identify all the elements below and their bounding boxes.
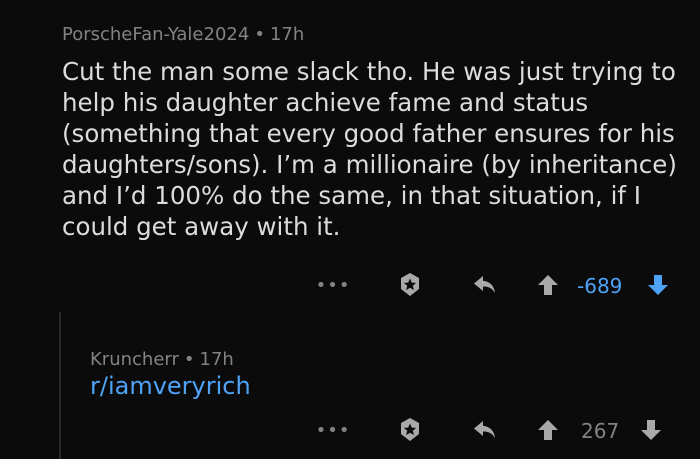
comment-meta: PorscheFan-Yale2024 • 17h xyxy=(62,24,304,45)
comment-time: 17h xyxy=(269,24,305,45)
award-icon[interactable] xyxy=(395,415,425,445)
meta-separator: • xyxy=(254,24,265,45)
comment-actions: ••• 267 xyxy=(315,415,675,445)
comment-author[interactable]: PorscheFan-Yale2024 xyxy=(62,24,249,45)
comment: Kruncherr • 17h r/iamveryrich ••• 267 xyxy=(0,312,700,459)
vote-score: 267 xyxy=(581,419,620,443)
subreddit-link[interactable]: r/iamveryrich xyxy=(90,372,251,400)
comment-body: Cut the man some slack tho. He was just … xyxy=(62,57,677,241)
comment-meta: Kruncherr • 17h xyxy=(90,349,234,370)
upvote-arrow-icon[interactable] xyxy=(535,415,561,445)
upvote-arrow-icon[interactable] xyxy=(535,270,561,300)
comment-time: 17h xyxy=(199,349,234,370)
reply-icon[interactable] xyxy=(470,415,500,445)
comment-author[interactable]: Kruncherr xyxy=(90,349,179,370)
meta-separator: • xyxy=(183,349,195,370)
more-options-icon[interactable]: ••• xyxy=(316,270,350,300)
comment-actions: ••• -689 xyxy=(315,270,675,300)
downvote-arrow-icon[interactable] xyxy=(645,270,671,300)
award-icon[interactable] xyxy=(395,270,425,300)
more-options-icon[interactable]: ••• xyxy=(316,415,350,445)
downvote-arrow-icon[interactable] xyxy=(638,415,664,445)
reply-icon[interactable] xyxy=(470,270,500,300)
comment: PorscheFan-Yale2024 • 17h Cut the man some… xyxy=(0,0,700,312)
vote-score: -689 xyxy=(577,274,623,298)
